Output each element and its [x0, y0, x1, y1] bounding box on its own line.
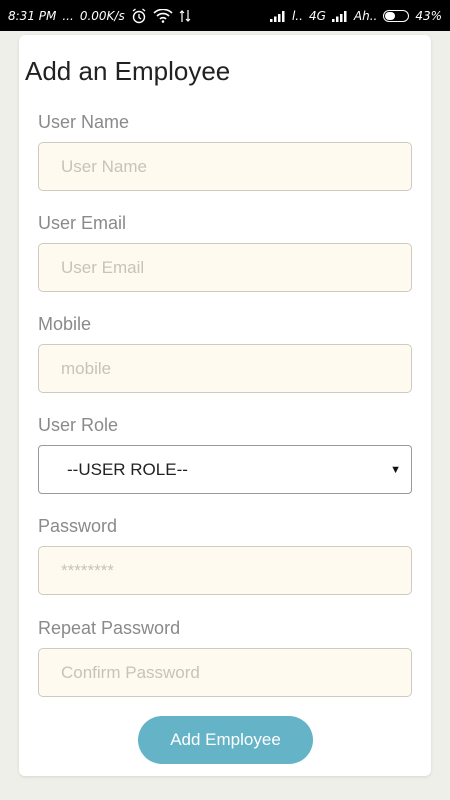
page-title: Add an Employee	[25, 56, 231, 86]
battery-icon	[383, 9, 410, 22]
status-left: 8:31 PM ... 0.00K/s	[8, 7, 191, 24]
repeat-password-label: Repeat Password	[38, 618, 181, 638]
user-name-label: User Name	[38, 112, 130, 132]
alarm-icon	[131, 7, 147, 24]
status-right: l.. 4G Ah.. 43%	[269, 8, 442, 23]
status-dots: ...	[62, 8, 74, 23]
carrier-1: l..	[291, 8, 303, 23]
user-email-input[interactable]	[38, 243, 412, 292]
user-name-input[interactable]	[38, 142, 412, 191]
user-role-selected: --USER ROLE--	[67, 459, 188, 479]
carrier-2: Ah..	[353, 8, 378, 23]
user-role-label: User Role	[38, 415, 119, 435]
mobile-input[interactable]	[38, 344, 412, 393]
status-bar: 8:31 PM ... 0.00K/s l.. 4G Ah.. 43%	[0, 0, 450, 31]
password-label: Password	[38, 516, 118, 536]
network-type: 4G	[308, 8, 326, 23]
mobile-label: Mobile	[38, 314, 92, 334]
signal-icon	[269, 10, 286, 22]
dropdown-caret-icon: ▼	[390, 463, 401, 476]
network-speed: 0.00K/s	[79, 8, 125, 23]
repeat-password-input[interactable]	[38, 648, 412, 697]
add-employee-button[interactable]: Add Employee	[138, 716, 313, 764]
status-time: 8:31 PM	[8, 8, 57, 23]
wifi-icon	[153, 8, 173, 23]
battery-fill	[385, 11, 395, 20]
user-role-select[interactable]: --USER ROLE-- ▼	[38, 445, 412, 494]
signal-icon-2	[331, 10, 348, 22]
data-arrows-icon	[179, 9, 191, 23]
battery-percent: 43%	[415, 8, 442, 23]
user-email-label: User Email	[38, 213, 127, 233]
password-input[interactable]	[38, 546, 412, 595]
